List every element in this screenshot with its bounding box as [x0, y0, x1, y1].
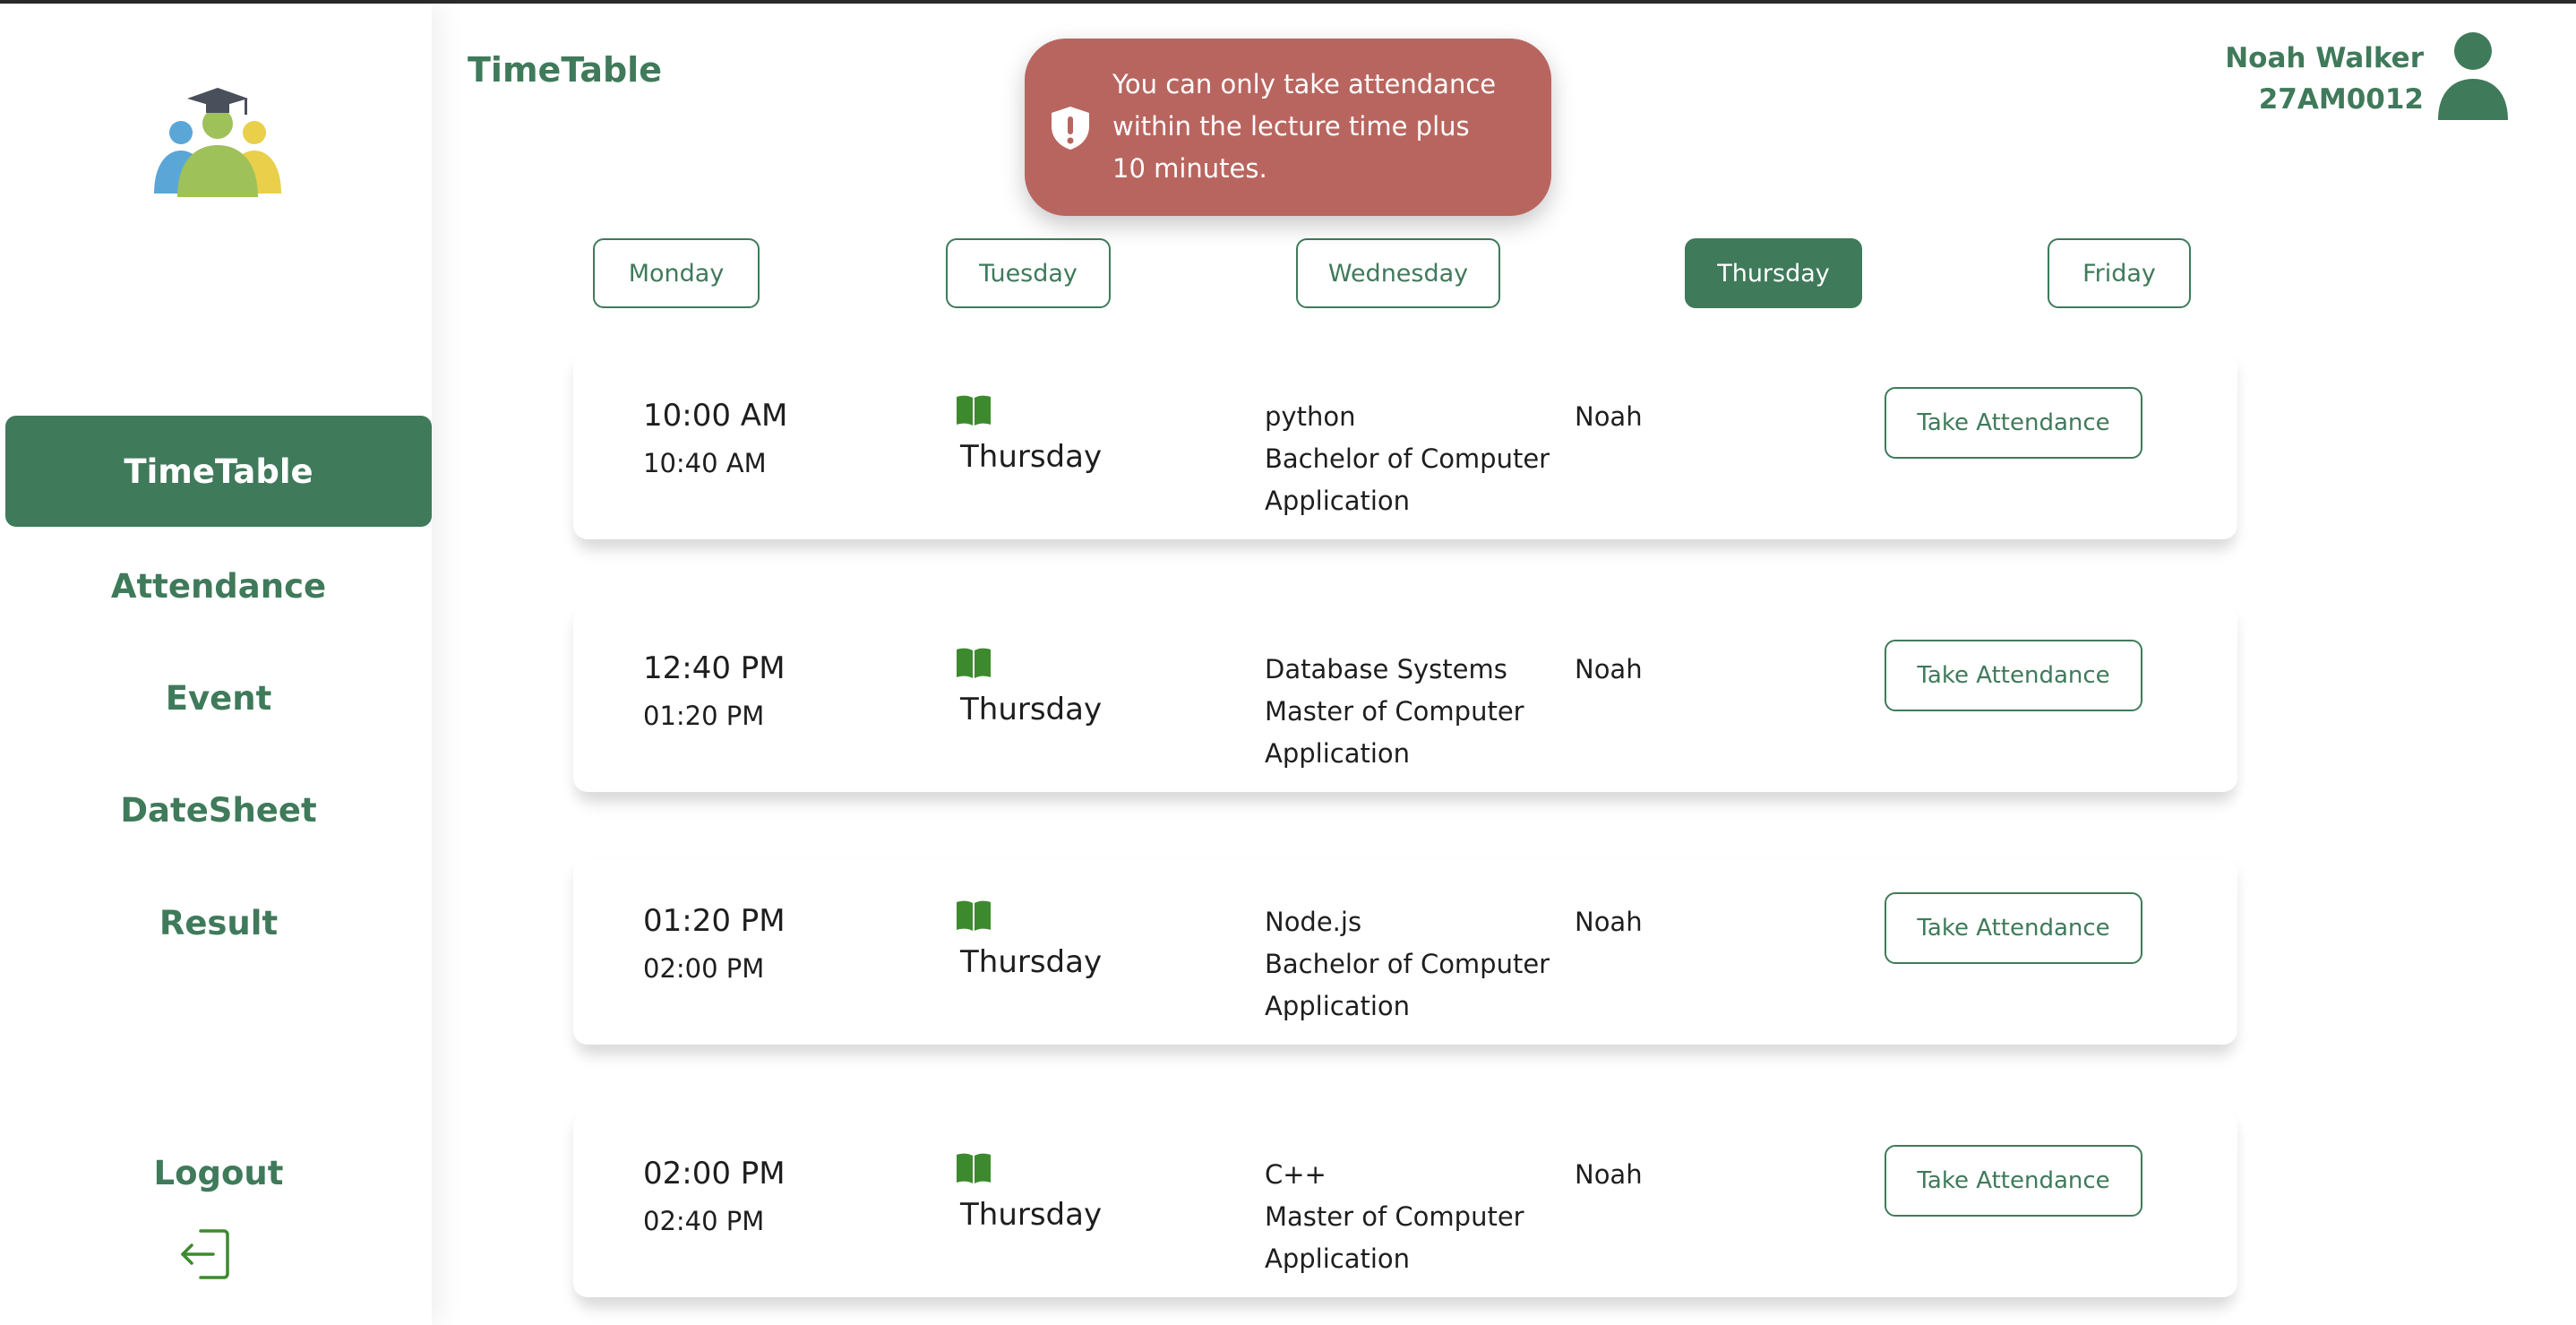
lecture-subject: C++: [1265, 1159, 1327, 1190]
lecture-subject: Node.js: [1265, 907, 1362, 937]
lecture-teacher: Noah: [1575, 654, 1643, 684]
sidebar-item-label: Attendance: [110, 566, 327, 606]
students-graduation-logo: [154, 88, 281, 197]
sidebar-item-attendance[interactable]: Attendance: [5, 530, 432, 641]
lecture-end-time: 10:40 AM: [643, 448, 767, 478]
tab-label: Tuesday: [979, 259, 1078, 288]
book-open-icon: [957, 1153, 991, 1183]
tab-label: Monday: [628, 259, 725, 288]
lecture-card: 12:40 PM 01:20 PM Thursday Database Syst…: [573, 606, 2237, 792]
attendance-warning-toast: You can only take attendance within the …: [1025, 39, 1551, 216]
user-info: Noah Walker 27AM0012: [2225, 38, 2424, 120]
tab-wednesday[interactable]: Wednesday: [1296, 238, 1500, 308]
user-name: Noah Walker: [2225, 42, 2424, 74]
lecture-day: Thursday: [960, 944, 1103, 980]
tab-monday[interactable]: Monday: [593, 238, 760, 308]
sidebar: TimeTable Attendance Event DateSheet Res…: [0, 4, 432, 1325]
lecture-end-time: 02:40 PM: [643, 1206, 765, 1236]
lecture-day: Thursday: [960, 1197, 1103, 1233]
book-open-icon: [957, 395, 991, 426]
tab-label: Thursday: [1717, 259, 1830, 288]
sidebar-item-label: DateSheet: [120, 790, 317, 830]
tab-friday[interactable]: Friday: [2048, 238, 2191, 308]
lecture-start-time: 01:20 PM: [643, 903, 786, 939]
take-attendance-button[interactable]: Take Attendance: [1885, 387, 2142, 459]
sidebar-item-label: Result: [159, 903, 279, 942]
take-attendance-button[interactable]: Take Attendance: [1885, 892, 2142, 964]
take-attendance-button[interactable]: Take Attendance: [1885, 640, 2142, 711]
sidebar-item-label: TimeTable: [124, 452, 313, 491]
take-attendance-button[interactable]: Take Attendance: [1885, 1145, 2142, 1217]
lecture-start-time: 10:00 AM: [643, 398, 788, 434]
lecture-course: Bachelor of Computer Application: [1265, 949, 1550, 1021]
lecture-teacher: Noah: [1575, 907, 1643, 937]
lecture-end-time: 02:00 PM: [643, 953, 765, 984]
sidebar-item-label: Event: [165, 678, 272, 718]
lecture-teacher: Noah: [1575, 1159, 1643, 1190]
lecture-day: Thursday: [960, 439, 1103, 475]
tab-tuesday[interactable]: Tuesday: [946, 238, 1111, 308]
lecture-start-time: 12:40 PM: [643, 650, 786, 686]
lecture-card: 02:00 PM 02:40 PM Thursday C++ Master of…: [573, 1111, 2237, 1297]
lecture-end-time: 01:20 PM: [643, 701, 765, 731]
lecture-start-time: 02:00 PM: [643, 1156, 786, 1192]
book-open-icon: [957, 648, 991, 678]
sidebar-item-event[interactable]: Event: [5, 642, 432, 753]
user-avatar-icon[interactable]: [2436, 32, 2510, 120]
sidebar-item-result[interactable]: Result: [5, 867, 432, 978]
lecture-course: Bachelor of Computer Application: [1265, 443, 1550, 516]
lecture-course: Master of Computer Application: [1265, 696, 1524, 769]
lecture-day: Thursday: [960, 692, 1103, 727]
lecture-subject: python: [1265, 401, 1356, 432]
logout-button[interactable]: Logout: [5, 1154, 432, 1192]
lecture-course: Master of Computer Application: [1265, 1201, 1524, 1274]
lecture-subject: Database Systems: [1265, 654, 1507, 684]
lecture-card: 10:00 AM 10:40 AM Thursday python Bachel…: [573, 353, 2237, 539]
toast-message: You can only take attendance within the …: [1112, 69, 1497, 184]
tab-label: Friday: [2082, 259, 2156, 288]
book-open-icon: [957, 900, 991, 931]
user-id: 27AM0012: [2258, 83, 2424, 116]
logout-arrow-icon[interactable]: [177, 1226, 235, 1283]
tab-label: Wednesday: [1327, 259, 1469, 288]
tab-thursday[interactable]: Thursday: [1685, 238, 1862, 308]
shield-alert-icon: [1052, 107, 1089, 150]
sidebar-item-timetable[interactable]: TimeTable: [5, 416, 432, 527]
lecture-teacher: Noah: [1575, 401, 1643, 432]
sidebar-item-datesheet[interactable]: DateSheet: [5, 754, 432, 865]
lecture-card: 01:20 PM 02:00 PM Thursday Node.js Bache…: [573, 858, 2237, 1045]
page-title: TimeTable: [468, 50, 662, 90]
